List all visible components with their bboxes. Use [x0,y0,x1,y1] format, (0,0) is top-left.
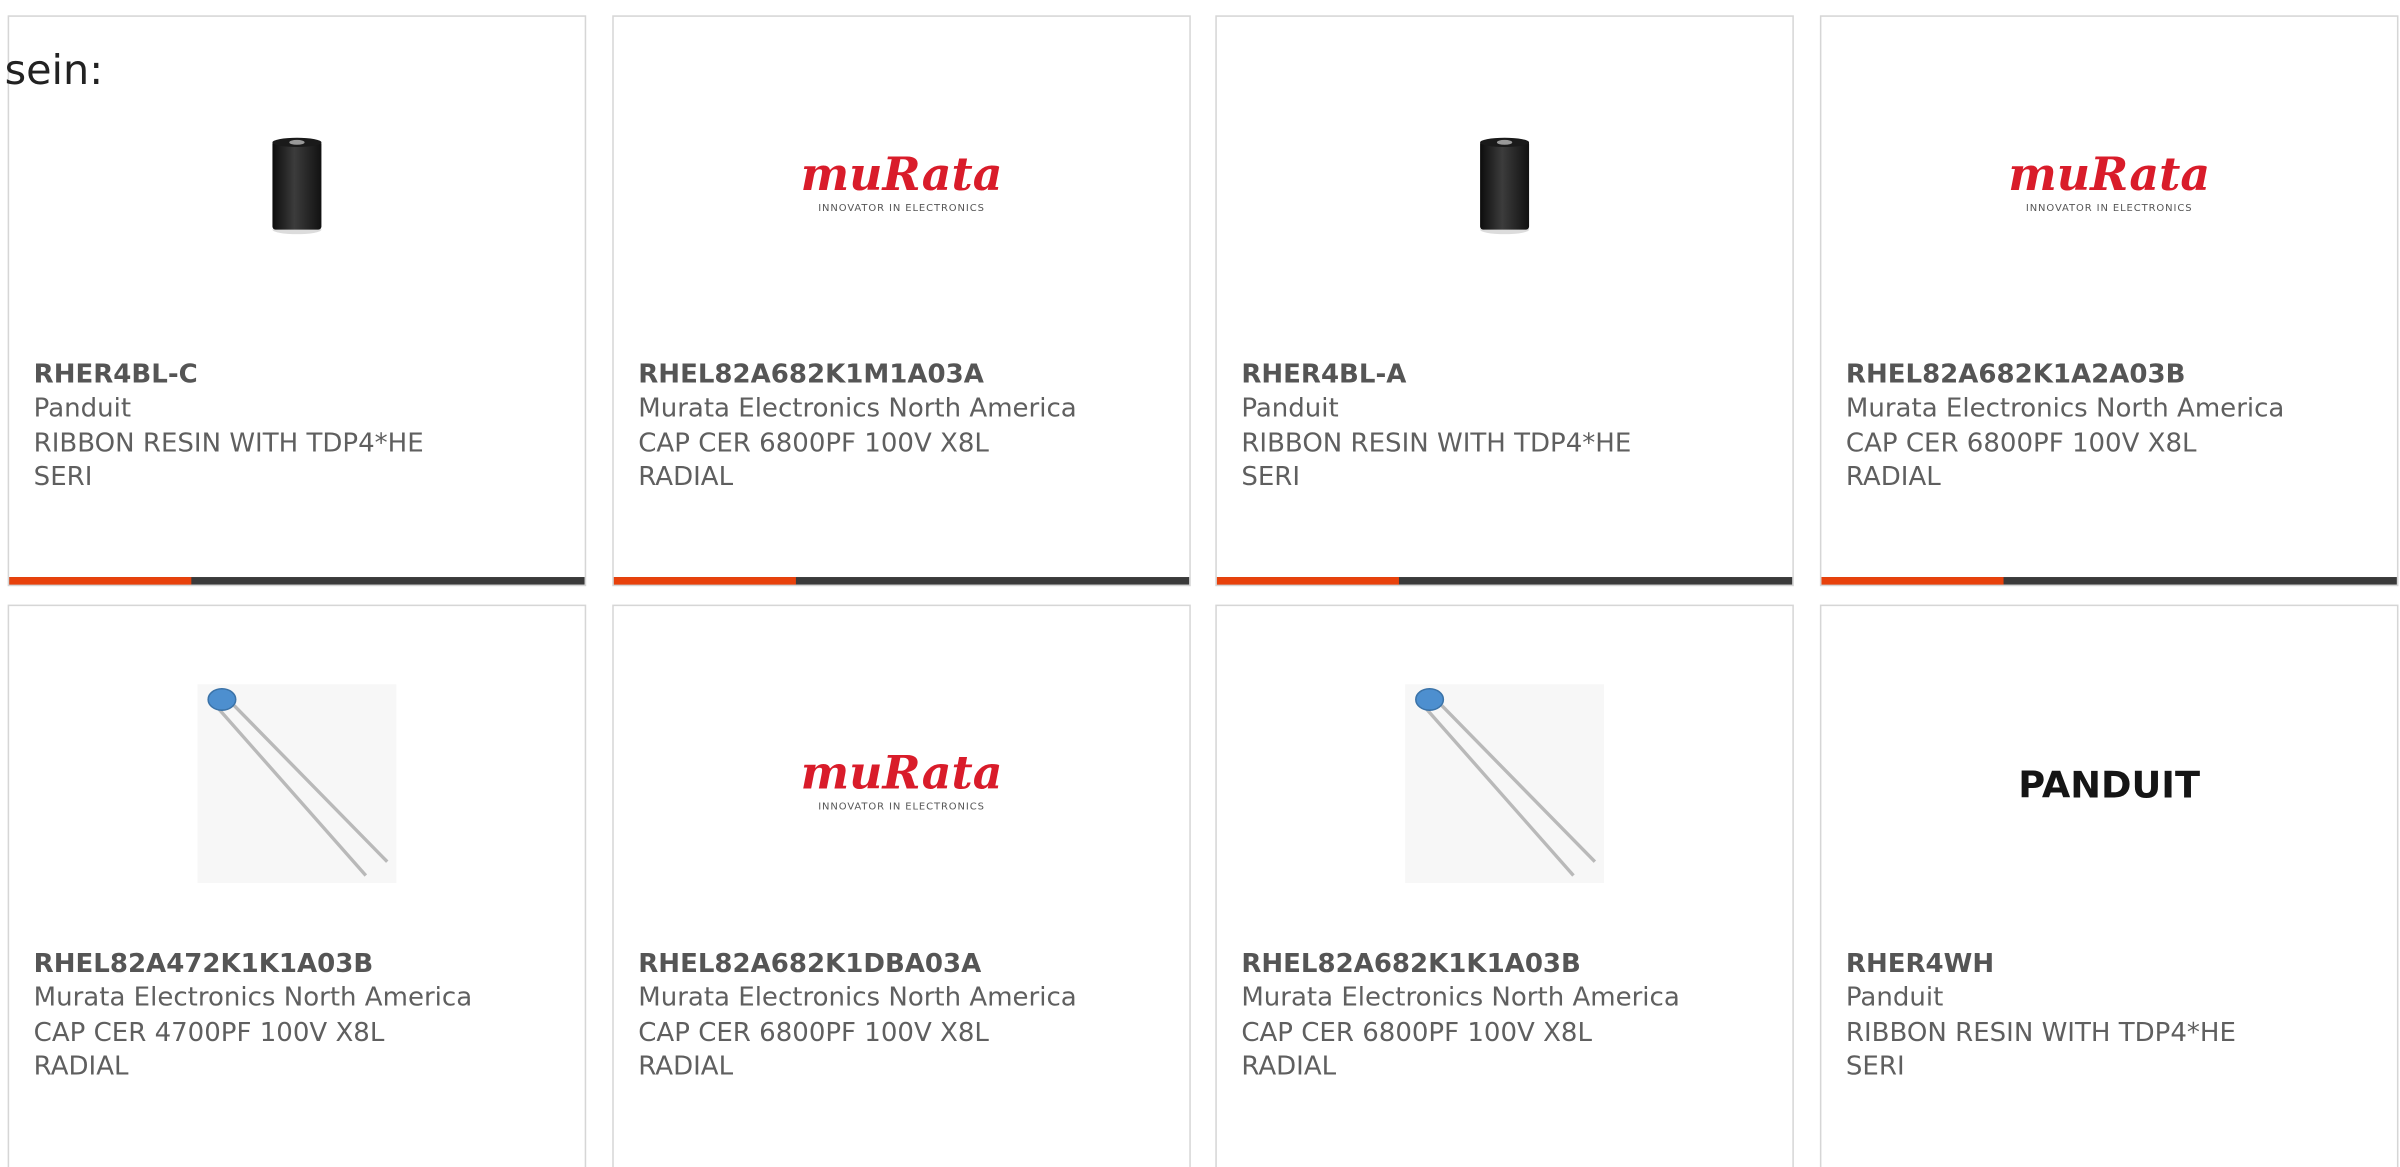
product-info: RHER4BL-A Panduit RIBBON RESIN WITH TDP4… [1241,358,1768,495]
manufacturer-name: Panduit [1241,393,1339,425]
product-info: RHEL82A682K1K1A03B Murata Electronics No… [1241,947,1768,1084]
part-number-link[interactable]: RHEL82A682K1A2A03B [1846,358,2373,392]
product-image[interactable]: muRata INNOVATOR IN ELECTRONICS [614,677,1190,891]
part-number-link[interactable]: RHEL82A682K1K1A03B [1241,947,1768,981]
card-accent-bar [613,577,796,585]
product-card[interactable]: muRata INNOVATOR IN ELECTRONICS RHEL82A6… [612,604,1191,1167]
murata-logo-tagline: INNOVATOR IN ELECTRONICS [818,203,985,214]
product-description: RIBBON RESIN WITH TDP4*HE SERI [33,427,424,493]
murata-logo: muRata INNOVATOR IN ELECTRONICS [801,147,1003,214]
product-info: RHER4BL-C Panduit RIBBON RESIN WITH TDP4… [34,358,561,495]
ribbon-roll-image [272,137,322,235]
panduit-logo-word: PANDUIT [2018,763,2200,806]
product-card[interactable]: RHEL82A472K1K1A03B Murata Electronics No… [7,604,587,1167]
product-card[interactable]: PANDUIT RHER4WH Panduit RIBBON RESIN WIT… [1819,604,2399,1167]
product-card[interactable]: muRata INNOVATOR IN ELECTRONICS RHEL82A6… [612,15,1191,587]
product-image[interactable] [1217,78,1793,292]
part-number-link[interactable]: RHEL82A472K1K1A03B [34,947,561,981]
part-number-link[interactable]: RHER4BL-A [1241,358,1768,392]
panduit-logo: PANDUIT [2018,763,2200,806]
product-info: RHEL82A472K1K1A03B Murata Electronics No… [34,947,561,1084]
manufacturer-name: Murata Electronics North America [1241,983,1680,1014]
ribbon-roll-image [1480,137,1530,235]
ceramic-capacitor-image [197,684,397,884]
manufacturer-name: Murata Electronics North America [1845,393,2285,425]
product-description: CAP CER 6800PF 100V X8L RADIAL [638,1017,989,1082]
product-info: RHEL82A682K1A2A03B Murata Electronics No… [1846,358,2373,495]
murata-logo-word: muRata [2008,147,2210,201]
ceramic-capacitor-image [1405,684,1605,884]
product-description: RIBBON RESIN WITH TDP4*HE SERI [1241,427,1632,493]
murata-logo-tagline: INNOVATOR IN ELECTRONICS [818,802,985,813]
product-card[interactable]: muRata INNOVATOR IN ELECTRONICS RHEL82A6… [1819,15,2399,587]
murata-logo-word: muRata [801,147,1003,201]
product-card[interactable]: RHER4BL-C Panduit RIBBON RESIN WITH TDP4… [7,15,587,587]
murata-logo: muRata INNOVATOR IN ELECTRONICS [2008,147,2210,214]
product-image[interactable]: muRata INNOVATOR IN ELECTRONICS [614,78,1190,292]
manufacturer-name: Murata Electronics North America [33,983,473,1014]
product-card[interactable]: RHER4BL-A Panduit RIBBON RESIN WITH TDP4… [1215,15,1794,587]
card-bottom-bar [9,577,585,585]
murata-logo-word: muRata [801,745,1003,799]
card-accent-bar [1821,577,2004,585]
product-image[interactable] [9,677,585,891]
product-info: RHER4WH Panduit RIBBON RESIN WITH TDP4*H… [1846,947,2373,1084]
product-image[interactable] [1217,677,1793,891]
card-bottom-bar [1216,577,1793,585]
card-bottom-bar [1821,577,2397,585]
part-number-link[interactable]: RHEL82A682K1M1A03A [638,358,1165,392]
product-image[interactable]: PANDUIT [1821,677,2397,891]
manufacturer-name: Murata Electronics North America [638,983,1077,1014]
product-description: CAP CER 6800PF 100V X8L RADIAL [1241,1017,1592,1082]
product-description: CAP CER 6800PF 100V X8L RADIAL [638,427,989,493]
card-accent-bar [9,577,192,585]
card-bottom-bar [613,577,1190,585]
product-info: RHEL82A682K1M1A03A Murata Electronics No… [638,358,1165,495]
product-image[interactable] [9,78,585,292]
product-description: CAP CER 4700PF 100V X8L RADIAL [33,1017,385,1082]
part-number-link[interactable]: RHER4WH [1846,947,2373,981]
intro-text: sein: [4,47,104,95]
product-image[interactable]: muRata INNOVATOR IN ELECTRONICS [1821,78,2397,292]
product-description: RIBBON RESIN WITH TDP4*HE SERI [1845,1017,2236,1082]
product-info: RHEL82A682K1DBA03A Murata Electronics No… [638,947,1165,1084]
product-description: CAP CER 6800PF 100V X8L RADIAL [1845,427,2197,493]
manufacturer-name: Panduit [1845,983,1944,1014]
murata-logo: muRata INNOVATOR IN ELECTRONICS [801,745,1003,813]
product-grid-page: sein: RHER4BL-C Panduit RIBBON RESIN WIT… [0,0,2400,1167]
card-accent-bar [1216,577,1399,585]
manufacturer-name: Murata Electronics North America [638,393,1077,425]
murata-logo-tagline: INNOVATOR IN ELECTRONICS [2026,203,2193,214]
part-number-link[interactable]: RHER4BL-C [34,358,561,392]
manufacturer-name: Panduit [33,393,132,425]
part-number-link[interactable]: RHEL82A682K1DBA03A [638,947,1165,981]
product-card[interactable]: RHEL82A682K1K1A03B Murata Electronics No… [1215,604,1794,1167]
